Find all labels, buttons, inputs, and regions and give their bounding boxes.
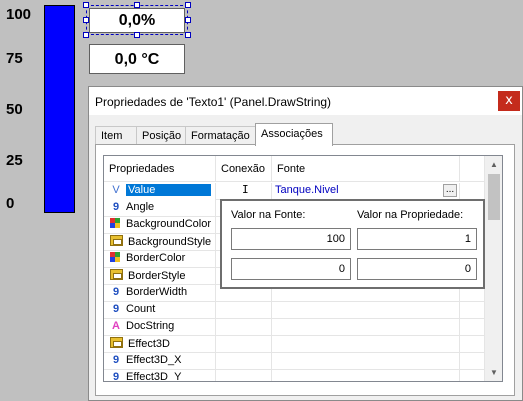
source-value-input-1[interactable]: 100 — [231, 228, 351, 250]
header-propriedades[interactable]: Propriedades — [104, 156, 216, 182]
enum-icon — [110, 235, 123, 246]
color-icon — [110, 218, 120, 228]
scale-label-50: 50 — [6, 101, 23, 118]
property-cell[interactable]: 9 Effect3D_X — [104, 353, 216, 370]
source-text: Tanque.Nivel — [275, 184, 339, 196]
source-cell[interactable] — [272, 302, 460, 319]
temperature-display[interactable]: 0,0 °C — [89, 44, 185, 74]
property-cell[interactable]: Effect3D — [104, 336, 216, 353]
scale-label-25: 25 — [6, 152, 23, 169]
tab-associacoes[interactable]: Associações — [255, 123, 333, 146]
property-cell[interactable]: A DocString — [104, 319, 216, 336]
variant-icon: V — [112, 184, 120, 196]
property-name: BorderColor — [126, 252, 186, 264]
connection-cell[interactable] — [216, 370, 272, 381]
property-value-label: Valor na Propriedade: — [357, 209, 464, 221]
resize-handle-bm[interactable] — [134, 32, 140, 38]
header-conexao[interactable]: Conexão — [216, 156, 272, 182]
percent-display[interactable]: 0,0% — [89, 8, 185, 33]
level-bar[interactable] — [44, 5, 75, 213]
property-name: Effect3D_Y — [126, 371, 182, 382]
source-cell[interactable] — [272, 370, 460, 381]
connection-cell[interactable] — [216, 302, 272, 319]
connection-cell[interactable]: I — [216, 183, 272, 200]
table-row[interactable]: A DocString — [104, 319, 484, 336]
text-cursor-icon: I — [242, 183, 249, 196]
property-name: DocString — [126, 320, 175, 332]
property-cell[interactable]: 9 BorderWidth — [104, 285, 216, 302]
close-button[interactable]: x — [498, 91, 520, 111]
number-icon: 9 — [112, 354, 120, 366]
enum-icon — [110, 337, 123, 348]
source-value-input-2[interactable]: 0 — [231, 258, 351, 280]
property-name: BorderStyle — [128, 270, 186, 282]
scale-label-100: 100 — [6, 6, 32, 23]
property-cell[interactable]: 9 Effect3D_Y — [104, 370, 216, 382]
scroll-up-icon[interactable]: ▲ — [485, 156, 502, 173]
tab-posicao[interactable]: Posição — [136, 126, 186, 145]
value-mapping-popup: Valor na Fonte: Valor na Propriedade: 10… — [220, 199, 485, 289]
resize-handle-ml[interactable] — [83, 17, 89, 23]
tab-formatacao[interactable]: Formatação — [185, 126, 256, 145]
table-row[interactable]: V Value I Tanque.Nivel... — [104, 183, 484, 200]
scale-label-75: 75 — [6, 50, 23, 67]
number-icon: 9 — [112, 371, 120, 382]
grid-header: Propriedades Conexão Fonte — [104, 156, 484, 182]
table-row[interactable]: 9 Count — [104, 302, 484, 319]
property-name: BorderWidth — [126, 286, 188, 298]
source-value-label: Valor na Fonte: — [231, 209, 306, 221]
property-cell[interactable]: BackgroundColor — [104, 217, 216, 234]
enum-icon — [110, 269, 123, 280]
property-cell[interactable]: 9 Count — [104, 302, 216, 319]
connection-cell[interactable] — [216, 353, 272, 370]
color-icon — [110, 252, 120, 262]
property-cell[interactable]: 9 Angle — [104, 200, 216, 217]
scroll-thumb[interactable] — [488, 174, 500, 220]
property-cell[interactable]: BackgroundStyle — [104, 234, 216, 251]
property-name: Angle — [126, 201, 155, 213]
connection-cell[interactable] — [216, 336, 272, 353]
number-icon: 9 — [112, 303, 120, 315]
close-icon: x — [505, 93, 513, 108]
source-cell[interactable] — [272, 319, 460, 336]
table-row[interactable]: 9 Effect3D_Y — [104, 370, 484, 382]
source-cell[interactable]: Tanque.Nivel — [272, 183, 460, 200]
number-icon: 9 — [112, 286, 120, 298]
dialog-titlebar[interactable]: Propriedades de 'Texto1' (Panel.DrawStri… — [89, 87, 522, 115]
property-name: BackgroundStyle — [128, 236, 212, 248]
property-name: Effect3D — [128, 338, 170, 350]
table-row[interactable]: 9 Effect3D_X — [104, 353, 484, 370]
number-icon: 9 — [112, 201, 120, 213]
source-cell[interactable] — [272, 353, 460, 370]
vertical-scrollbar[interactable]: ▲ ▼ — [484, 156, 502, 381]
property-name: Count — [126, 303, 156, 315]
property-name: Effect3D_X — [126, 354, 182, 366]
property-cell[interactable]: BorderColor — [104, 251, 216, 268]
property-value-input-1[interactable]: 1 — [357, 228, 477, 250]
tab-item[interactable]: Item — [95, 126, 137, 145]
scale-label-0: 0 — [6, 195, 15, 212]
header-fonte[interactable]: Fonte — [272, 156, 460, 182]
string-icon: A — [112, 320, 120, 332]
property-cell[interactable]: BorderStyle — [104, 268, 216, 285]
source-cell[interactable] — [272, 336, 460, 353]
resize-handle-tm[interactable] — [134, 2, 140, 8]
resize-handle-br[interactable] — [185, 32, 191, 38]
browse-source-button[interactable]: ... — [443, 184, 457, 197]
property-cell[interactable]: V Value — [104, 183, 216, 200]
scroll-down-icon[interactable]: ▼ — [485, 364, 502, 381]
connection-cell[interactable] — [216, 319, 272, 336]
property-value-input-2[interactable]: 0 — [357, 258, 477, 280]
table-row[interactable]: Effect3D — [104, 336, 484, 353]
resize-handle-mr[interactable] — [185, 17, 191, 23]
dialog-title: Propriedades de 'Texto1' (Panel.DrawStri… — [95, 95, 332, 109]
resize-handle-tl[interactable] — [83, 2, 89, 8]
level-bar-fill — [45, 6, 74, 212]
property-name: Value — [126, 184, 211, 196]
resize-handle-bl[interactable] — [83, 32, 89, 38]
property-name: BackgroundColor — [126, 218, 211, 230]
resize-handle-tr[interactable] — [185, 2, 191, 8]
